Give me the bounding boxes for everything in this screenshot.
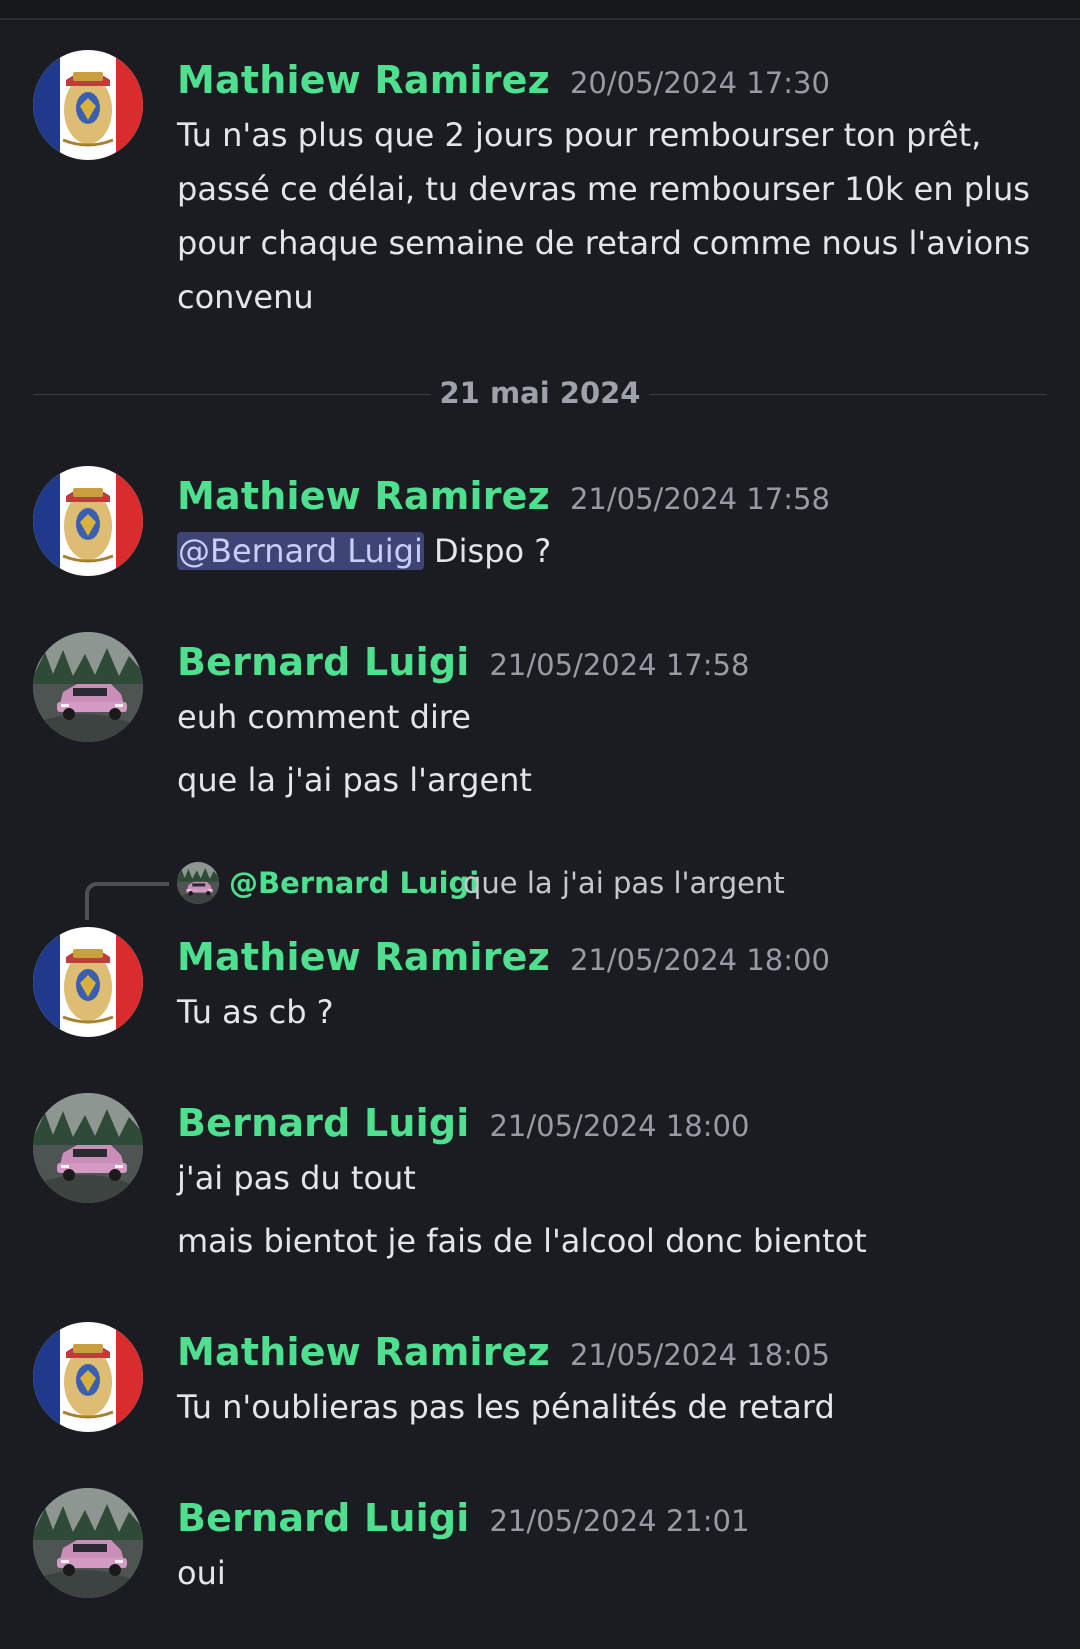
avatar-bernard-luigi[interactable] (33, 1093, 143, 1203)
message-header: Bernard Luigi 21/05/2024 18:00 (177, 1101, 749, 1145)
message-text: j'ai pas du tout (177, 1159, 416, 1197)
timestamp: 20/05/2024 17:30 (569, 66, 830, 100)
author-name[interactable]: Bernard Luigi (177, 1496, 469, 1540)
date-divider: 21 mai 2024 (33, 374, 1047, 414)
author-name[interactable]: Mathiew Ramirez (177, 474, 550, 518)
message-text: mais bientot je fais de l'alcool donc bi… (177, 1222, 867, 1260)
message-header: Mathiew Ramirez 20/05/2024 17:30 (177, 58, 830, 102)
avatar-mathiew-ramirez[interactable] (33, 466, 143, 576)
author-name[interactable]: Bernard Luigi (177, 1101, 469, 1145)
message-header: Mathiew Ramirez 21/05/2024 18:05 (177, 1330, 830, 1374)
avatar-bernard-luigi[interactable] (33, 1488, 143, 1598)
message-header: Bernard Luigi 21/05/2024 21:01 (177, 1496, 749, 1540)
pink-car-avatar-icon (33, 1093, 143, 1203)
message-text: oui (177, 1554, 226, 1592)
author-name[interactable]: Mathiew Ramirez (177, 935, 550, 979)
reply-avatar (177, 862, 219, 904)
message-text: Tu as cb ? (177, 993, 334, 1031)
timestamp: 21/05/2024 17:58 (489, 648, 750, 682)
pink-car-avatar-icon (177, 862, 219, 904)
avatar-mathiew-ramirez[interactable] (33, 927, 143, 1037)
date-divider-label: 21 mai 2024 (439, 376, 641, 410)
avatar-mathiew-ramirez[interactable] (33, 1322, 143, 1432)
message-header: Mathiew Ramirez 21/05/2024 18:00 (177, 935, 830, 979)
pink-car-avatar-icon (33, 1488, 143, 1598)
message-text-rest: Dispo ? (423, 532, 552, 570)
author-name[interactable]: Bernard Luigi (177, 640, 469, 684)
message-text: Tu n'oublieras pas les pénalités de reta… (177, 1388, 835, 1426)
divider-line-right (649, 394, 1047, 395)
reply-text: que la j'ai pas l'argent (463, 866, 785, 900)
timestamp: 21/05/2024 18:05 (569, 1338, 830, 1372)
french-imperial-coat-of-arms-avatar-icon (33, 50, 143, 160)
message-text: Tu n'as plus que 2 jours pour rembourser… (177, 116, 1031, 316)
message-text: euh comment dire (177, 698, 471, 736)
author-name[interactable]: Mathiew Ramirez (177, 58, 550, 102)
avatar-bernard-luigi[interactable] (33, 632, 143, 742)
reply-spine (85, 882, 169, 920)
avatar-mathiew-ramirez[interactable] (33, 50, 143, 160)
message-text: @Bernard Luigi Dispo ? (177, 524, 1047, 578)
french-imperial-coat-of-arms-avatar-icon (33, 927, 143, 1037)
reply-author[interactable]: @Bernard Luigi (229, 866, 479, 900)
french-imperial-coat-of-arms-avatar-icon (33, 466, 143, 576)
message-header: Bernard Luigi 21/05/2024 17:58 (177, 640, 749, 684)
timestamp: 21/05/2024 18:00 (489, 1109, 750, 1143)
author-name[interactable]: Mathiew Ramirez (177, 1330, 550, 1374)
message-text: que la j'ai pas l'argent (177, 761, 532, 799)
french-imperial-coat-of-arms-avatar-icon (33, 1322, 143, 1432)
timestamp: 21/05/2024 17:58 (569, 482, 830, 516)
timestamp: 21/05/2024 21:01 (489, 1504, 750, 1538)
pink-car-avatar-icon (33, 632, 143, 742)
top-border (0, 0, 1080, 20)
user-mention[interactable]: @Bernard Luigi (177, 532, 424, 570)
timestamp: 21/05/2024 18:00 (569, 943, 830, 977)
message-header: Mathiew Ramirez 21/05/2024 17:58 (177, 474, 830, 518)
